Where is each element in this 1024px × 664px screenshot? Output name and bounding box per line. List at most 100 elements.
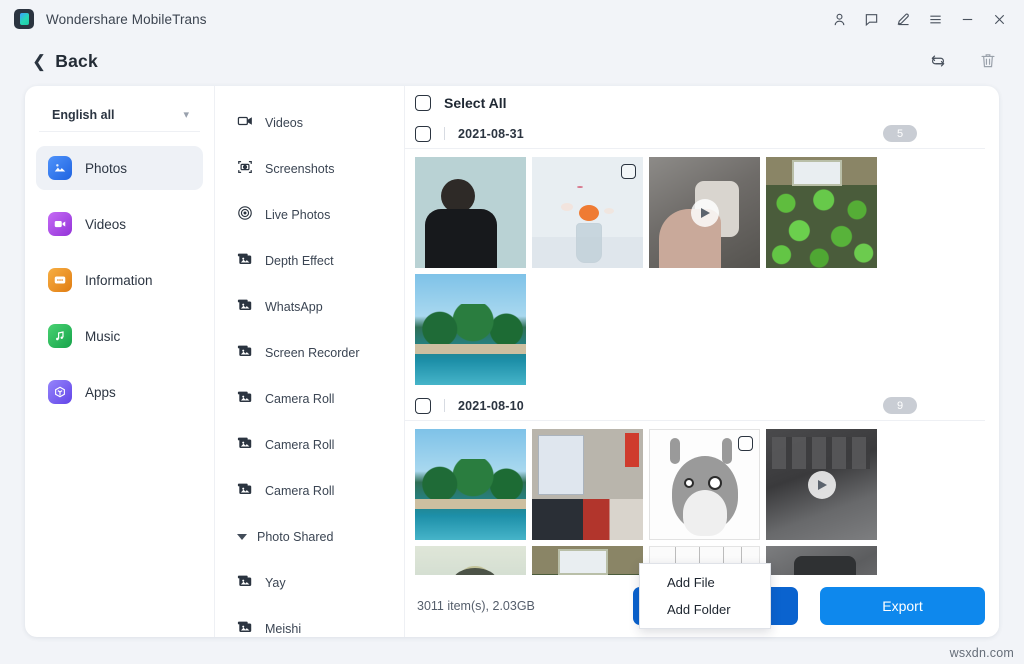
- album-item-screen-recorder[interactable]: Screen Recorder: [215, 330, 404, 376]
- back-label: Back: [55, 51, 98, 72]
- context-menu: Add File Add Folder: [639, 563, 771, 629]
- photo-thumbnail[interactable]: [766, 157, 877, 268]
- edit-icon[interactable]: [888, 5, 918, 33]
- album-item-videos[interactable]: Videos: [215, 100, 404, 146]
- album-item-label: Screen Recorder: [265, 346, 360, 360]
- sidebar-item-label: Apps: [85, 385, 116, 400]
- count-badge: 9: [883, 397, 917, 414]
- play-icon[interactable]: [808, 471, 836, 499]
- album-list: Videos Screenshots Live Photos Depth Eff…: [215, 86, 405, 637]
- sidebar-item-music[interactable]: Music: [36, 314, 203, 358]
- music-icon: [48, 324, 72, 348]
- sub-header-tools: [926, 49, 1000, 73]
- photo-grid: [405, 149, 985, 391]
- screenshot-icon: [237, 159, 253, 180]
- delete-icon[interactable]: [976, 49, 1000, 73]
- album-item-camera-roll-1[interactable]: Camera Roll: [215, 376, 404, 422]
- album-icon: [237, 297, 253, 318]
- feedback-icon[interactable]: [856, 5, 886, 33]
- thumbnail-checkbox[interactable]: [621, 164, 636, 179]
- album-item-yay[interactable]: Yay: [215, 560, 404, 606]
- language-select[interactable]: English all ▾: [39, 98, 200, 132]
- sidebar-item-label: Photos: [85, 161, 127, 176]
- context-menu-item-add-file[interactable]: Add File: [640, 569, 770, 596]
- sidebar-list: Photos Videos Information Music: [25, 146, 214, 414]
- main-card: English all ▾ Photos Videos Informa: [25, 86, 999, 637]
- album-item-whatsapp[interactable]: WhatsApp: [215, 284, 404, 330]
- photo-thumbnail[interactable]: [649, 429, 760, 540]
- title-bar: Wondershare MobileTrans: [0, 0, 1024, 38]
- album-group-photo-shared[interactable]: Photo Shared: [215, 514, 404, 560]
- chevron-left-icon: ❮: [32, 53, 46, 70]
- play-icon[interactable]: [691, 199, 719, 227]
- menu-icon[interactable]: [920, 5, 950, 33]
- back-button[interactable]: ❮ Back: [32, 51, 98, 72]
- sidebar-item-label: Music: [85, 329, 120, 344]
- apps-icon: [48, 380, 72, 404]
- content-area: Select All 2021-08-31 5 2021-08-10: [405, 86, 999, 637]
- chevron-down-icon: ▾: [183, 108, 189, 121]
- photo-thumbnail[interactable]: [415, 157, 526, 268]
- album-item-camera-roll-2[interactable]: Camera Roll: [215, 422, 404, 468]
- album-item-label: WhatsApp: [265, 300, 323, 314]
- language-label: English all: [52, 108, 115, 122]
- window-controls: [824, 0, 1014, 38]
- album-item-label: Videos: [265, 116, 303, 130]
- sidebar: English all ▾ Photos Videos Informa: [25, 86, 215, 637]
- video-thumbnail[interactable]: [766, 429, 877, 540]
- album-icon: [237, 251, 253, 272]
- refresh-icon[interactable]: [926, 49, 950, 73]
- album-item-screenshots[interactable]: Screenshots: [215, 146, 404, 192]
- caret-down-icon: [237, 534, 247, 540]
- photo-thumbnail[interactable]: [532, 429, 643, 540]
- video-thumbnail[interactable]: [766, 546, 877, 575]
- minimize-icon[interactable]: [952, 5, 982, 33]
- date-label: 2021-08-31: [458, 127, 524, 141]
- photo-scroll-area[interactable]: Select All 2021-08-31 5 2021-08-10: [405, 86, 999, 575]
- photo-grid: [405, 421, 985, 575]
- date-label: 2021-08-10: [458, 399, 524, 413]
- item-summary: 3011 item(s), 2.03GB: [417, 599, 535, 613]
- photo-thumbnail[interactable]: [415, 546, 526, 575]
- select-all-row: Select All: [405, 86, 985, 119]
- sub-header: ❮ Back: [0, 38, 1024, 84]
- album-icon: [237, 389, 253, 410]
- album-item-depth-effect[interactable]: Depth Effect: [215, 238, 404, 284]
- photos-icon: [48, 156, 72, 180]
- photo-thumbnail[interactable]: [415, 274, 526, 385]
- divider: [444, 127, 445, 140]
- photo-thumbnail[interactable]: [532, 157, 643, 268]
- sidebar-item-photos[interactable]: Photos: [36, 146, 203, 190]
- select-all-label: Select All: [444, 95, 507, 111]
- export-button[interactable]: Export: [820, 587, 985, 625]
- album-item-camera-roll-3[interactable]: Camera Roll: [215, 468, 404, 514]
- album-item-label: Yay: [265, 576, 286, 590]
- album-icon: [237, 435, 253, 456]
- sidebar-item-label: Videos: [85, 217, 126, 232]
- album-item-live-photos[interactable]: Live Photos: [215, 192, 404, 238]
- watermark: wsxdn.com: [950, 646, 1014, 660]
- video-thumbnail[interactable]: [649, 157, 760, 268]
- video-camera-icon: [237, 113, 253, 134]
- album-item-meishi[interactable]: Meishi: [215, 606, 404, 637]
- app-logo-icon: [14, 9, 34, 29]
- photo-thumbnail[interactable]: [532, 546, 643, 575]
- close-icon[interactable]: [984, 5, 1014, 33]
- context-menu-item-add-folder[interactable]: Add Folder: [640, 596, 770, 623]
- album-item-label: Camera Roll: [265, 392, 334, 406]
- album-icon: [237, 343, 253, 364]
- sidebar-item-information[interactable]: Information: [36, 258, 203, 302]
- sidebar-item-videos[interactable]: Videos: [36, 202, 203, 246]
- thumbnail-checkbox[interactable]: [738, 436, 753, 451]
- divider: [444, 399, 445, 412]
- album-item-label: Live Photos: [265, 208, 330, 222]
- album-item-label: Screenshots: [265, 162, 334, 176]
- account-icon[interactable]: [824, 5, 854, 33]
- app-title: Wondershare MobileTrans: [46, 12, 207, 27]
- album-item-label: Meishi: [265, 622, 301, 636]
- sidebar-item-apps[interactable]: Apps: [36, 370, 203, 414]
- select-all-checkbox[interactable]: [415, 95, 431, 111]
- date-group-checkbox[interactable]: [415, 398, 431, 414]
- photo-thumbnail[interactable]: [415, 429, 526, 540]
- date-group-checkbox[interactable]: [415, 126, 431, 142]
